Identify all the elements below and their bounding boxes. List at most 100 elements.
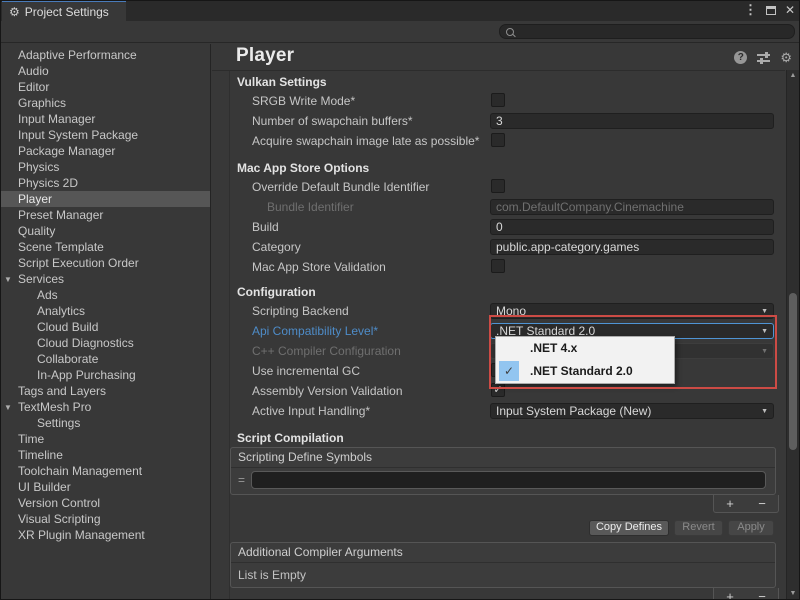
sidebar-item-adaptive-performance[interactable]: Adaptive Performance bbox=[0, 47, 210, 63]
section-script-compilation: Script Compilation bbox=[212, 429, 785, 447]
dropdown-scripting-backend[interactable]: Mono▼ bbox=[490, 303, 774, 319]
remove-button[interactable]: − bbox=[758, 497, 766, 510]
foldout-triangle-icon[interactable]: ▼ bbox=[4, 400, 12, 416]
sidebar-item-services[interactable]: ▼ Services bbox=[0, 271, 210, 287]
sidebar-item-audio[interactable]: Audio bbox=[0, 63, 210, 79]
sidebar-item-physics-2d[interactable]: Physics 2D bbox=[0, 175, 210, 191]
list-add-remove: + − bbox=[713, 495, 779, 513]
additional-args-header: Additional Compiler Arguments bbox=[231, 543, 775, 563]
text-field-build[interactable]: 0 bbox=[490, 219, 774, 235]
sidebar-item-editor[interactable]: Editor bbox=[0, 79, 210, 95]
sidebar-item-ui-builder[interactable]: UI Builder bbox=[0, 479, 210, 495]
sidebar-item-settings[interactable]: Settings bbox=[0, 415, 210, 431]
settings-gear-icon[interactable]: ⚙ bbox=[780, 51, 792, 64]
sidebar-item-player[interactable]: Player bbox=[0, 191, 210, 207]
checkbox-assembly-version-validation[interactable]: ✓ bbox=[491, 383, 505, 397]
setting-row-scripting-backend: Scripting Backend Mono▼ bbox=[212, 301, 785, 321]
sidebar-item-label: Cloud Build bbox=[37, 320, 98, 334]
checkbox-srgb-write-mode[interactable] bbox=[491, 93, 505, 107]
sidebar-item-analytics[interactable]: Analytics bbox=[0, 303, 210, 319]
sidebar-item-in-app-purchasing[interactable]: In-App Purchasing bbox=[0, 367, 210, 383]
help-icon[interactable]: ? bbox=[734, 51, 747, 64]
setting-label: Number of swapchain buffers* bbox=[252, 114, 413, 128]
setting-row-build: Build0 bbox=[212, 217, 785, 237]
scroll-down-icon[interactable]: ▼ bbox=[787, 590, 799, 597]
revert-button[interactable]: Revert bbox=[674, 520, 723, 536]
window-menu-icon[interactable]: ⋮ bbox=[744, 3, 757, 17]
sidebar-item-scene-template[interactable]: Scene Template bbox=[0, 239, 210, 255]
sidebar-item-timeline[interactable]: Timeline bbox=[0, 447, 210, 463]
sidebar-item-toolchain-management[interactable]: Toolchain Management bbox=[0, 463, 210, 479]
presets-icon[interactable] bbox=[757, 52, 770, 64]
sidebar-item-label: UI Builder bbox=[18, 480, 71, 494]
dropdown-value: Input System Package (New) bbox=[496, 404, 651, 418]
sidebar-item-cloud-build[interactable]: Cloud Build bbox=[0, 319, 210, 335]
text-field-category[interactable]: public.app-category.games bbox=[490, 239, 774, 255]
sidebar-item-label: Package Manager bbox=[18, 144, 115, 158]
section-vulkan-settings: Vulkan Settings bbox=[212, 73, 785, 91]
sidebar-item-cloud-diagnostics[interactable]: Cloud Diagnostics bbox=[0, 335, 210, 351]
sidebar-item-textmesh-pro[interactable]: ▼TextMesh Pro bbox=[0, 399, 210, 415]
popup-item-net-standard-20[interactable]: ✓ .NET Standard 2.0 bbox=[496, 360, 674, 383]
list-empty-text: List is Empty bbox=[231, 563, 775, 587]
apply-button[interactable]: Apply bbox=[728, 520, 774, 536]
checkbox-override-default-bundle-identifier[interactable] bbox=[491, 179, 505, 193]
scroll-up-icon[interactable]: ▲ bbox=[787, 72, 799, 79]
checkbox-acquire-swapchain-image-late-as-possible[interactable] bbox=[491, 133, 505, 147]
tab-project-settings[interactable]: ⚙ Project Settings bbox=[2, 0, 126, 21]
sidebar-item-time[interactable]: Time bbox=[0, 431, 210, 447]
setting-row-active-input-handling: Active Input Handling*Input System Packa… bbox=[212, 401, 785, 421]
popup-item-net4x[interactable]: .NET 4.x bbox=[496, 337, 674, 360]
setting-row-acquire-swapchain-image-late-as-possible: Acquire swapchain image late as possible… bbox=[212, 131, 785, 151]
popup-item-label: .NET 4.x bbox=[530, 341, 577, 355]
sidebar-item-label: Services bbox=[18, 272, 64, 286]
project-settings-gear-icon: ⚙ bbox=[9, 6, 20, 18]
additional-args-footer: + − bbox=[212, 588, 785, 600]
add-button[interactable]: + bbox=[726, 497, 734, 510]
sidebar-item-label: Visual Scripting bbox=[18, 512, 101, 526]
sidebar-item-input-manager[interactable]: Input Manager bbox=[0, 111, 210, 127]
sidebar-item-xr-plugin-management[interactable]: XR Plugin Management bbox=[0, 527, 210, 543]
sidebar-item-physics[interactable]: Physics bbox=[0, 159, 210, 175]
search-box[interactable] bbox=[499, 24, 795, 39]
sidebar-item-visual-scripting[interactable]: Visual Scripting bbox=[0, 511, 210, 527]
sidebar-item-tags-and-layers[interactable]: Tags and Layers bbox=[0, 383, 210, 399]
sidebar-item-package-manager[interactable]: Package Manager bbox=[0, 143, 210, 159]
remove-button[interactable]: − bbox=[758, 590, 766, 600]
sidebar-item-label: Collaborate bbox=[37, 352, 98, 366]
define-symbols-header: Scripting Define Symbols bbox=[231, 448, 775, 468]
sidebar-item-label: Cloud Diagnostics bbox=[37, 336, 134, 350]
dropdown-active-input-handling[interactable]: Input System Package (New) ▼ bbox=[490, 403, 774, 419]
define-symbol-input[interactable] bbox=[251, 471, 766, 489]
checkbox-mac-app-store-validation[interactable] bbox=[491, 259, 505, 273]
setting-label: Scripting Backend bbox=[252, 304, 349, 318]
sidebar-item-label: Adaptive Performance bbox=[18, 48, 137, 62]
foldout-triangle-icon[interactable]: ▼ bbox=[4, 272, 12, 288]
sidebar-item-graphics[interactable]: Graphics bbox=[0, 95, 210, 111]
sidebar-item-script-execution-order[interactable]: Script Execution Order bbox=[0, 255, 210, 271]
copy-defines-button[interactable]: Copy Defines bbox=[589, 520, 669, 536]
sidebar-item-collaborate[interactable]: Collaborate bbox=[0, 351, 210, 367]
sidebar-item-ads[interactable]: Ads bbox=[0, 287, 210, 303]
chevron-down-icon: ▼ bbox=[761, 407, 768, 416]
define-symbol-row: = bbox=[231, 468, 775, 494]
window-close-icon[interactable]: ✕ bbox=[785, 3, 795, 17]
section-configuration: Configuration bbox=[212, 283, 785, 301]
window-maximize-icon[interactable] bbox=[766, 6, 776, 15]
text-field-number-of-swapchain-buffers[interactable]: 3 bbox=[490, 113, 774, 129]
vertical-scrollbar[interactable]: ▲ ▼ bbox=[786, 70, 799, 599]
add-button[interactable]: + bbox=[726, 590, 734, 600]
define-symbols-footer: + − bbox=[212, 495, 785, 515]
setting-row-number-of-swapchain-buffers: Number of swapchain buffers* 3 bbox=[212, 111, 785, 131]
sidebar-item-quality[interactable]: Quality bbox=[0, 223, 210, 239]
setting-row-srgb-write-mode: SRGB Write Mode* bbox=[212, 91, 785, 111]
sidebar-item-input-system-package[interactable]: Input System Package bbox=[0, 127, 210, 143]
settings-sidebar: Adaptive PerformanceAudioEditorGraphicsI… bbox=[0, 44, 211, 600]
search-input[interactable] bbox=[514, 26, 778, 38]
sidebar-item-label: Quality bbox=[18, 224, 55, 238]
sidebar-item-label: Player bbox=[18, 192, 52, 206]
sidebar-item-preset-manager[interactable]: Preset Manager bbox=[0, 207, 210, 223]
sidebar-item-version-control[interactable]: Version Control bbox=[0, 495, 210, 511]
drag-handle-icon[interactable]: = bbox=[238, 473, 245, 487]
scrollbar-thumb[interactable] bbox=[789, 293, 797, 450]
